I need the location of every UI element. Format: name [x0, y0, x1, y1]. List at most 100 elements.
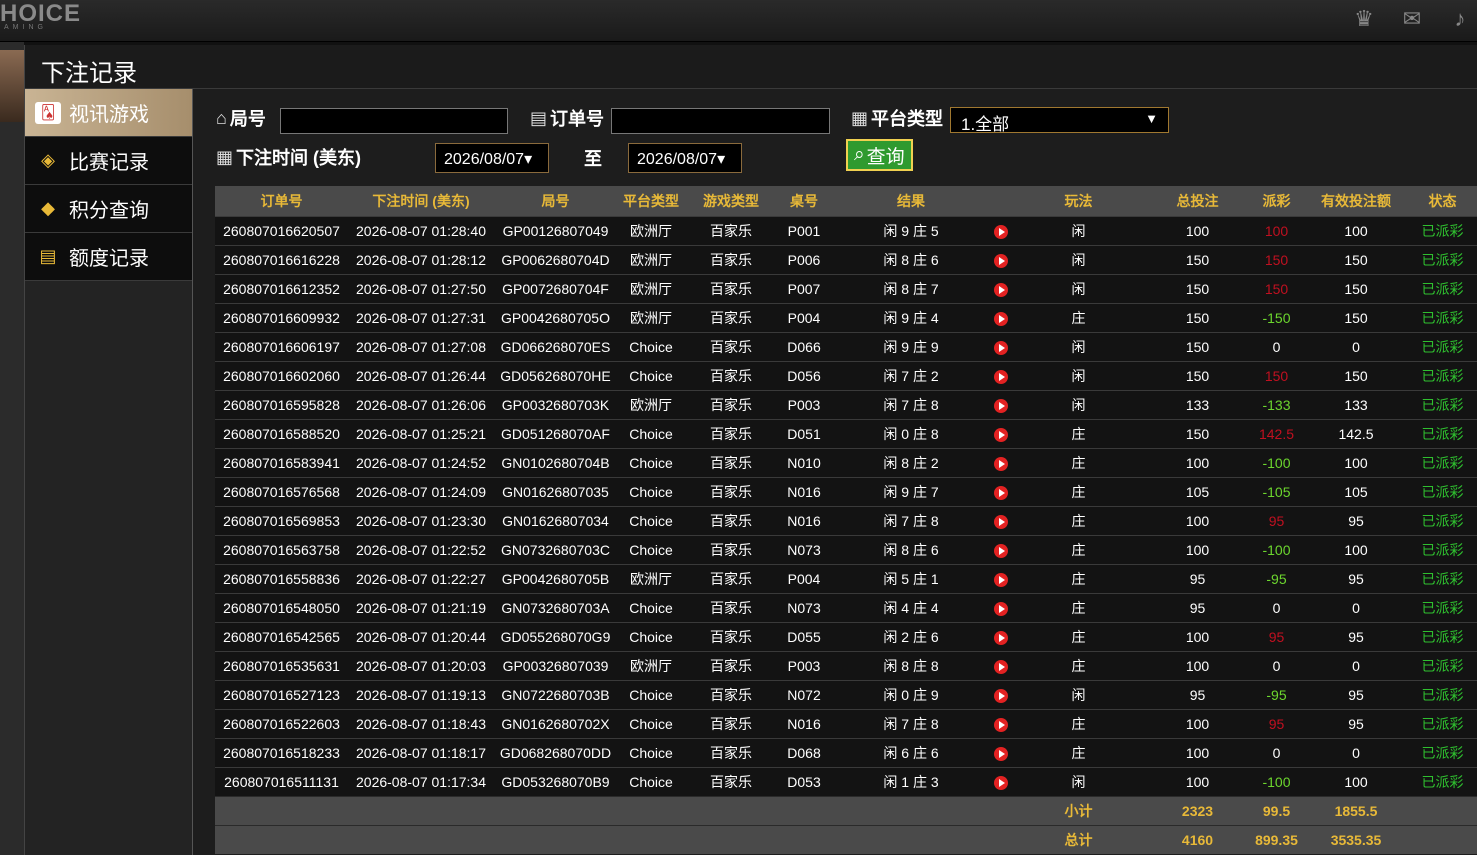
payout: -100 — [1249, 447, 1304, 477]
round-number: GP0042680705B — [494, 563, 617, 593]
status: 已派彩 — [1408, 302, 1477, 332]
play-video-icon[interactable] — [994, 427, 1008, 442]
play-video-icon[interactable] — [994, 514, 1008, 529]
platform-type-select[interactable]: 1.全部 ▼ — [950, 107, 1169, 134]
play-video-icon[interactable] — [994, 369, 1008, 384]
play-video-icon[interactable] — [994, 456, 1008, 471]
query-button[interactable]: ⌕ 查询 — [846, 139, 913, 171]
play-video-icon[interactable] — [994, 485, 1008, 500]
play-video-icon[interactable] — [994, 224, 1008, 239]
vip-crown-icon[interactable]: ♛ — [1347, 4, 1381, 34]
valid-bet: 150 — [1304, 244, 1408, 274]
bet-time: 2026-08-07 01:19:13 — [348, 679, 494, 709]
total-bet: 100 — [1146, 505, 1249, 535]
sidebar-item-points-query[interactable]: ◆ 积分查询 — [25, 185, 192, 233]
payout: 95 — [1249, 505, 1304, 535]
order-number: 260807016548050 — [215, 592, 348, 622]
platform-type: Choice — [617, 708, 685, 738]
game-type: 百家乐 — [685, 737, 777, 767]
game-type: 百家乐 — [685, 273, 777, 303]
sidebar: 🂡 视讯游戏 ◈ 比赛记录 ◆ 积分查询 ▤ 额度记录 — [25, 89, 193, 855]
music-icon[interactable]: ♪ — [1443, 4, 1477, 34]
chevron-down-icon: ▾ — [717, 151, 726, 168]
game-type: 百家乐 — [685, 476, 777, 506]
play-video-icon[interactable] — [994, 543, 1008, 558]
play-video-icon[interactable] — [994, 717, 1008, 732]
order-number: 260807016612352 — [215, 273, 348, 303]
round-number: GD066268070ES — [494, 331, 617, 361]
list-icon: ▦ — [851, 107, 869, 128]
column-header: 平台类型 — [623, 192, 679, 209]
result: 闲 2 庄 6 — [831, 621, 991, 651]
table-row: 260807016518233 2026-08-07 01:18:17 GD0682… — [215, 737, 1477, 767]
platform-type: Choice — [617, 737, 685, 767]
date-to-picker[interactable]: 2026/08/07▾ — [628, 143, 742, 173]
platform-type: Choice — [617, 592, 685, 622]
column-header: 玩法 — [1064, 192, 1093, 209]
table-number: P007 — [777, 273, 831, 303]
column-header: 订单号 — [260, 192, 303, 209]
grandtotal-total-bet: 4160 — [1146, 824, 1249, 854]
date-from-picker[interactable]: 2026/08/07▾ — [435, 143, 549, 173]
order-number: 260807016588520 — [215, 418, 348, 448]
round-number: GD051268070AF — [494, 418, 617, 448]
result: 闲 6 庄 6 — [831, 737, 991, 767]
play-video-icon[interactable] — [994, 659, 1008, 674]
play-video-icon[interactable] — [994, 572, 1008, 587]
replay-cell — [991, 592, 1011, 622]
replay-cell — [991, 708, 1011, 738]
column-header: 游戏类型 — [703, 192, 759, 209]
platform-selected-value: 1.全部 — [961, 115, 1010, 134]
table-row: 260807016563758 2026-08-07 01:22:52 GN0732… — [215, 534, 1477, 564]
play-video-icon[interactable] — [994, 311, 1008, 326]
valid-bet: 100 — [1304, 447, 1408, 477]
bet-type: 闲 — [1011, 766, 1146, 796]
payout: 150 — [1249, 360, 1304, 390]
play-video-icon[interactable] — [994, 630, 1008, 645]
result: 闲 7 庄 8 — [831, 708, 991, 738]
document-icon: ▤ — [39, 246, 57, 266]
payout: -95 — [1249, 679, 1304, 709]
play-video-icon[interactable] — [994, 601, 1008, 616]
order-number: 260807016602060 — [215, 360, 348, 390]
payout: 150 — [1249, 244, 1304, 274]
grandtotal-label: 总计 — [1011, 824, 1146, 854]
calendar-icon: ▦ — [216, 146, 234, 167]
table-row: 260807016595828 2026-08-07 01:26:06 GP0032… — [215, 389, 1477, 419]
play-video-icon[interactable] — [994, 746, 1008, 761]
game-type: 百家乐 — [685, 592, 777, 622]
round-number-input[interactable] — [280, 108, 508, 134]
payout: 0 — [1249, 331, 1304, 361]
column-header: 状态 — [1428, 192, 1457, 209]
filter-bar: ⌂ 局号 ▤ 订单号 ▦ 平台类型 1.全部 ▼ ▦ 下注时间 (美东) 202… — [25, 45, 1288, 173]
game-type: 百家乐 — [685, 331, 777, 361]
total-bet: 150 — [1146, 331, 1249, 361]
total-bet: 95 — [1146, 679, 1249, 709]
table-row: 260807016511131 2026-08-07 01:17:34 GD0532… — [215, 766, 1477, 796]
bet-type: 庄 — [1011, 418, 1146, 448]
replay-cell — [991, 476, 1011, 506]
total-bet: 100 — [1146, 534, 1249, 564]
table-row: 260807016602060 2026-08-07 01:26:44 GD0562… — [215, 360, 1477, 390]
order-number: 260807016583941 — [215, 447, 348, 477]
play-video-icon[interactable] — [994, 282, 1008, 297]
bet-type: 闲 — [1011, 215, 1146, 245]
sidebar-item-match-records[interactable]: ◈ 比赛记录 — [25, 137, 192, 185]
platform-type: 欧洲厅 — [617, 389, 685, 419]
valid-bet: 0 — [1304, 592, 1408, 622]
platform-type: Choice — [617, 360, 685, 390]
play-video-icon[interactable] — [994, 340, 1008, 355]
total-bet: 133 — [1146, 389, 1249, 419]
play-video-icon[interactable] — [994, 253, 1008, 268]
play-video-icon[interactable] — [994, 398, 1008, 413]
play-video-icon[interactable] — [994, 688, 1008, 703]
valid-bet: 100 — [1304, 766, 1408, 796]
sidebar-item-credit-records[interactable]: ▤ 额度记录 — [25, 233, 192, 281]
chat-icon[interactable]: ✉ — [1395, 4, 1429, 34]
result: 闲 1 庄 3 — [831, 766, 991, 796]
order-number-input[interactable] — [611, 108, 830, 134]
play-video-icon[interactable] — [994, 775, 1008, 790]
table-header-row: 订单号 下注时间 (美东) 局号 平台类型 游戏类型 桌号 结果 玩法 总投注 … — [215, 186, 1477, 216]
bet-type: 闲 — [1011, 389, 1146, 419]
bet-type: 庄 — [1011, 505, 1146, 535]
